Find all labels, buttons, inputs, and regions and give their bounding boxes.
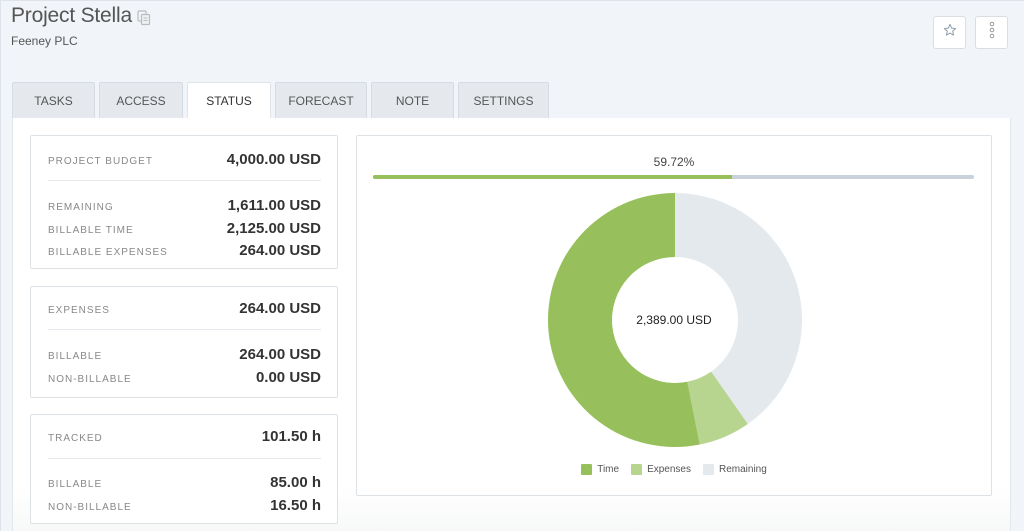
chart-legend: Time Expenses Remaining — [357, 464, 991, 475]
budget-label: Project Budget — [48, 156, 153, 167]
title-row: Project Stella — [11, 4, 151, 28]
legend-swatch — [581, 464, 593, 475]
budget-value: 4,000.00 USD — [226, 151, 321, 168]
expenses-nonbillable-row: Non-Billable 0.00 USD — [48, 369, 321, 386]
star-icon — [943, 23, 957, 42]
expenses-nonbillable-value: 0.00 USD — [255, 369, 321, 386]
tracked-nonbillable-value: 16.50 h — [270, 497, 321, 514]
tab-note[interactable]: Note — [371, 82, 454, 118]
status-panel: Project Budget 4,000.00 USD Remaining 1,… — [12, 118, 1011, 531]
legend-item-remaining[interactable]: Remaining — [702, 464, 767, 475]
expenses-card: Expenses 264.00 USD Billable 264.00 USD … — [30, 286, 338, 398]
tracked-card: Tracked 101.50 h Billable 85.00 h Non-Bi… — [30, 414, 338, 524]
expenses-billable-row: Billable 264.00 USD — [48, 346, 321, 363]
remaining-label: Remaining — [48, 202, 114, 213]
tracked-value: 101.50 h — [261, 428, 321, 445]
tracked-nonbillable-row: Non-Billable 16.50 h — [48, 497, 321, 514]
legend-swatch — [631, 464, 643, 475]
expenses-billable-value: 264.00 USD — [239, 346, 321, 363]
billable-expenses-row: Billable Expenses 264.00 USD — [48, 242, 321, 259]
tracked-label: Tracked — [48, 433, 103, 444]
tracked-header-row: Tracked 101.50 h — [48, 428, 321, 445]
budget-chart-card: 59.72% 2,389.00 USD Time Expenses Remainin… — [356, 135, 992, 496]
expenses-label: Expenses — [48, 305, 110, 316]
legend-label: Expenses — [647, 464, 691, 475]
billable-expenses-label: Billable Expenses — [48, 247, 168, 258]
divider — [48, 458, 321, 459]
billable-time-value: 2,125.00 USD — [226, 220, 321, 237]
tracked-billable-label: Billable — [48, 479, 103, 490]
legend-item-expenses[interactable]: Expenses — [631, 464, 691, 475]
client-name: Feeney PLC — [11, 34, 78, 48]
donut-center-total: 2,389.00 USD — [636, 313, 712, 327]
divider — [48, 329, 321, 330]
divider — [48, 180, 321, 181]
more-options-button[interactable] — [975, 16, 1008, 49]
tracked-billable-row: Billable 85.00 h — [48, 474, 321, 491]
budget-card: Project Budget 4,000.00 USD Remaining 1,… — [30, 135, 338, 269]
tab-bar: Tasks Access Status Forecast Note Settin… — [12, 82, 553, 119]
expenses-nonbillable-label: Non-Billable — [48, 374, 132, 385]
legend-label: Time — [597, 464, 620, 475]
billable-time-label: Billable Time — [48, 225, 134, 236]
copy-icon[interactable] — [137, 9, 151, 26]
billable-expenses-value: 264.00 USD — [239, 242, 321, 259]
tab-tasks[interactable]: Tasks — [12, 82, 95, 118]
expenses-value: 264.00 USD — [239, 300, 321, 317]
budget-header-row: Project Budget 4,000.00 USD — [48, 151, 321, 168]
tab-status[interactable]: Status — [187, 82, 271, 119]
tracked-nonbillable-label: Non-Billable — [48, 502, 132, 513]
expenses-header-row: Expenses 264.00 USD — [48, 300, 321, 317]
favorite-button[interactable] — [933, 16, 966, 49]
more-vertical-icon — [989, 21, 995, 44]
remaining-row: Remaining 1,611.00 USD — [48, 197, 321, 214]
scroll-area — [1011, 118, 1024, 531]
tab-access[interactable]: Access — [99, 82, 183, 118]
legend-swatch — [702, 464, 714, 475]
expenses-billable-label: Billable — [48, 351, 103, 362]
page-title: Project Stella — [11, 4, 132, 27]
tab-forecast[interactable]: Forecast — [275, 82, 367, 118]
legend-label: Remaining — [718, 464, 767, 475]
remaining-value: 1,611.00 USD — [227, 197, 321, 214]
tracked-billable-value: 85.00 h — [270, 474, 321, 491]
billable-time-row: Billable Time 2,125.00 USD — [48, 220, 321, 237]
legend-item-time[interactable]: Time — [581, 464, 619, 475]
tab-settings[interactable]: Settings — [458, 82, 549, 118]
